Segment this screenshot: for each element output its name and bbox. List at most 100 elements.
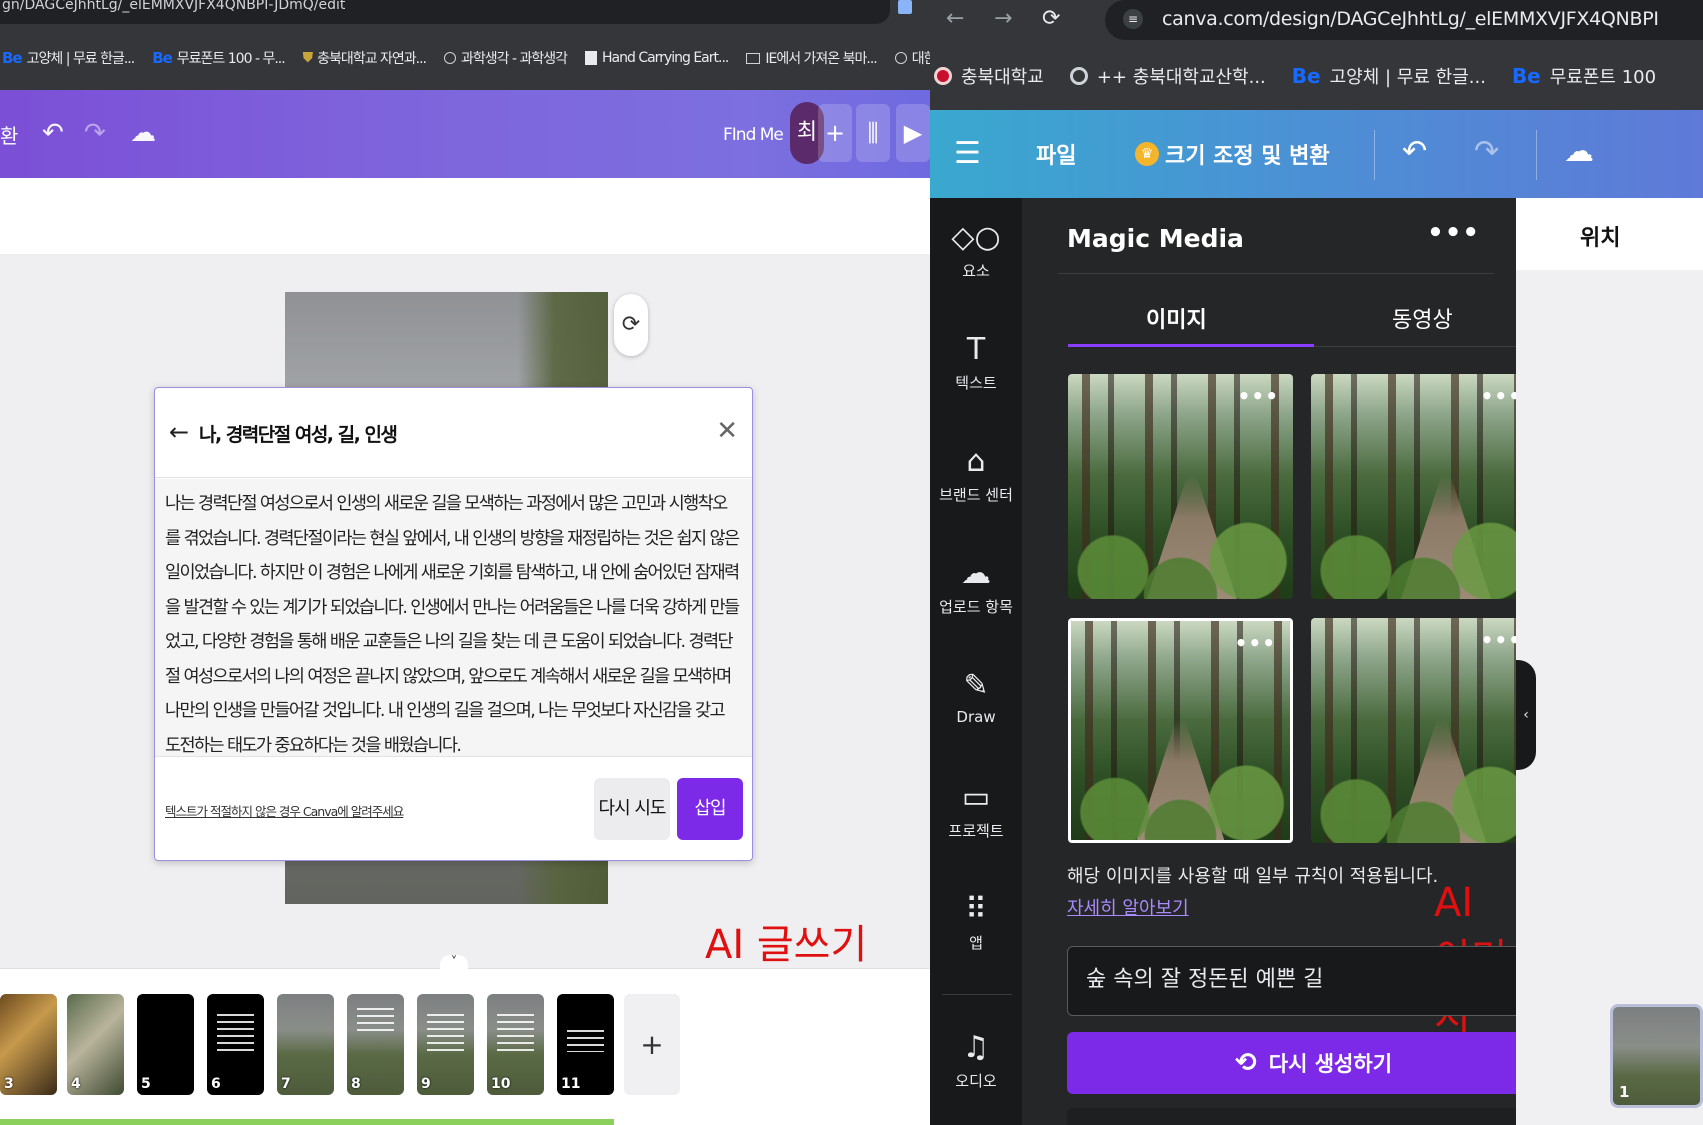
bookmark-item[interactable]: Be 무료폰트 100 - 무... xyxy=(152,48,285,68)
bookmark-item[interactable]: 과학생각 - 과학생각 xyxy=(444,48,568,68)
rail-item-text[interactable]: T 텍스트 xyxy=(930,332,1022,393)
thumbnail-text xyxy=(497,1014,534,1054)
generated-image[interactable]: ••• xyxy=(1311,618,1536,843)
extension-icon[interactable] xyxy=(898,0,912,14)
site-settings-icon[interactable]: ≡ xyxy=(1123,9,1143,29)
add-collaborator-button[interactable]: + xyxy=(818,104,852,162)
globe-icon xyxy=(894,52,907,64)
close-icon[interactable]: ✕ xyxy=(716,416,738,446)
tab-image[interactable]: 이미지 xyxy=(1146,302,1207,334)
present-button[interactable]: ▶ xyxy=(896,104,930,162)
thumbnail-text xyxy=(427,1014,464,1054)
image-more-icon[interactable]: ••• xyxy=(1238,384,1279,408)
bookmark-item[interactable]: IE에서 가져온 북마... xyxy=(746,48,878,68)
toolbar-divider xyxy=(1374,130,1375,180)
generated-image-selected[interactable]: ••• xyxy=(1068,618,1293,843)
add-page-button[interactable]: + xyxy=(624,994,680,1095)
page-thumbnail[interactable]: 3 xyxy=(0,994,57,1095)
bookmark-item[interactable]: 충북대학교 xyxy=(934,63,1044,89)
rail-item-draw[interactable]: ✎ Draw xyxy=(930,668,1022,726)
bookmark-item[interactable]: ⛊ 충북대학교 자연과... xyxy=(303,48,427,68)
url-text: canva.com/design/DAGCeJhhtLg/_elEMMXVJFX… xyxy=(1162,8,1659,30)
page-thumbnail[interactable]: 7 xyxy=(277,994,334,1095)
insert-button[interactable]: 삽입 xyxy=(677,778,743,840)
url-text: gn/DAGCeJhhtLg/_elEMMXVJFX4QNBPI-JDmQ/ed… xyxy=(2,0,346,13)
bookmark-label: 무료폰트 100 xyxy=(1549,67,1657,88)
rail-item-apps[interactable]: ⠿ 앱 xyxy=(930,892,1022,953)
undo-icon[interactable]: ↶ xyxy=(1402,134,1427,169)
rail-item-projects[interactable]: ▭ 프로젝트 xyxy=(930,780,1022,841)
bookmark-item[interactable]: 대한안전교육협회 xyxy=(894,48,930,68)
bookmark-item[interactable]: Hand Carrying Eart... xyxy=(585,50,729,66)
panel-title: Magic Media xyxy=(1067,224,1244,253)
rail-label: 오디오 xyxy=(955,1072,997,1090)
retry-button[interactable]: 다시 시도 xyxy=(594,778,670,840)
reload-icon[interactable]: ⟳ xyxy=(1042,6,1060,31)
rail-label: 앱 xyxy=(969,934,983,952)
rotate-icon[interactable]: ⟳ xyxy=(614,294,648,356)
page-thumbnail[interactable]: 9 xyxy=(417,994,474,1095)
resize-button[interactable]: ♛ 크기 조정 및 변환 xyxy=(1135,138,1330,170)
bookmark-item[interactable]: ++ 충북대학교산학... xyxy=(1069,63,1266,89)
redo-icon[interactable]: ↷ xyxy=(84,118,106,148)
cloud-save-icon[interactable]: ☁ xyxy=(130,118,156,148)
rail-item-audio[interactable]: ♫ 오디오 xyxy=(930,1030,1022,1091)
behance-icon: Be xyxy=(1511,64,1541,88)
prompt-input[interactable]: 숲 속의 잘 정돈된 예쁜 길 xyxy=(1067,946,1532,1016)
globe-icon xyxy=(1069,67,1088,85)
file-menu[interactable]: 파일 xyxy=(1036,138,1076,170)
page-thumbnail[interactable]: 11 xyxy=(557,994,614,1095)
page-number: 9 xyxy=(421,1076,431,1092)
page-thumbnail[interactable]: 5 xyxy=(137,994,194,1095)
undo-icon[interactable]: ↶ xyxy=(42,118,64,148)
generated-image[interactable]: ••• xyxy=(1311,374,1536,599)
bookmark-item[interactable]: Be 고양체 | 무료 한글... xyxy=(2,48,135,68)
collapse-panel-button[interactable]: ‹ xyxy=(1516,660,1536,770)
rail-item-uploads[interactable]: ☁ 업로드 항목 xyxy=(930,556,1022,617)
panel-divider xyxy=(1058,273,1494,274)
behance-icon: Be xyxy=(1291,64,1321,88)
fern-shape xyxy=(1071,748,1290,840)
dialog-header: ← 나, 경력단절 여성, 길, 인생 ✕ xyxy=(155,388,752,478)
bookmark-label: ++ 충북대학교산학... xyxy=(1096,67,1266,88)
page-number: 6 xyxy=(211,1076,221,1092)
brand-icon: ⌂ xyxy=(966,444,986,479)
image-more-icon[interactable]: ••• xyxy=(1235,631,1276,655)
toolbar-divider xyxy=(1536,130,1537,180)
back-arrow-icon[interactable]: ← xyxy=(169,418,189,446)
page-thumbnail[interactable]: 10 xyxy=(487,994,544,1095)
rail-label: Draw xyxy=(956,708,996,726)
thumbnail-text xyxy=(357,1008,394,1034)
report-link[interactable]: 텍스트가 적절하지 않은 경우 Canva에 알려주세요 xyxy=(165,801,404,820)
rail-label: 요소 xyxy=(962,262,990,280)
right-side-panel xyxy=(1516,198,1703,1125)
magic-write-dialog: ← 나, 경력단절 여성, 길, 인생 ✕ 나는 경력단절 여성으로서 인생의 … xyxy=(154,387,753,861)
url-field[interactable]: ≡ canva.com/design/DAGCeJhhtLg/_elEMMXVJ… xyxy=(1105,0,1703,40)
more-options-icon[interactable]: ••• xyxy=(1427,218,1480,248)
context-bar xyxy=(0,178,930,254)
url-field[interactable]: gn/DAGCeJhhtLg/_elEMMXVJFX4QNBPI-JDmQ/ed… xyxy=(0,0,890,24)
shapes-icon: ◇○ xyxy=(951,220,1001,255)
apps-icon: ⠿ xyxy=(965,892,987,927)
rail-item-elements[interactable]: ◇○ 요소 xyxy=(930,220,1022,281)
tab-video[interactable]: 동영상 xyxy=(1392,302,1453,334)
page-thumbnail[interactable]: 4 xyxy=(67,994,124,1095)
forward-icon[interactable]: → xyxy=(994,6,1012,31)
page-thumbnail[interactable]: 6 xyxy=(207,994,264,1095)
page-thumbnail[interactable]: 1 xyxy=(1610,1004,1703,1108)
rail-item-brand[interactable]: ⌂ 브랜드 센터 xyxy=(930,444,1022,505)
regenerate-button[interactable]: ⟲ 다시 생성하기 xyxy=(1067,1032,1560,1094)
regenerate-label: 다시 생성하기 xyxy=(1268,1052,1393,1076)
cloud-save-icon[interactable]: ☁ xyxy=(1564,134,1594,169)
bookmark-item[interactable]: Be 고양체 | 무료 한글... xyxy=(1292,63,1486,89)
page-thumbnail[interactable]: 8 xyxy=(347,994,404,1095)
hamburger-menu-icon[interactable]: ☰ xyxy=(954,136,981,171)
learn-more-link[interactable]: 자세히 알아보기 xyxy=(1067,894,1189,920)
insights-button[interactable]: ⫼ xyxy=(856,104,890,162)
generated-image[interactable]: ••• xyxy=(1068,374,1293,599)
bookmark-item[interactable]: Be 무료폰트 100 xyxy=(1512,63,1656,89)
redo-icon[interactable]: ↷ xyxy=(1474,134,1499,169)
rail-label: 텍스트 xyxy=(955,374,997,392)
chevron-down-icon[interactable]: ˅ xyxy=(440,955,468,973)
back-icon[interactable]: ← xyxy=(946,6,964,31)
